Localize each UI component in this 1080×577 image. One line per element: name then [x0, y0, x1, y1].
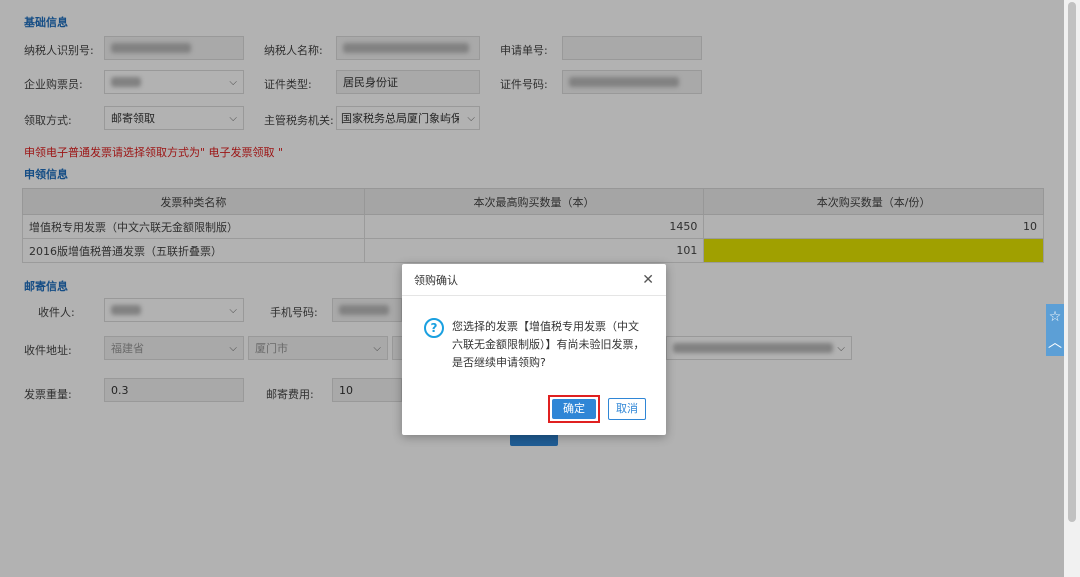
dialog-title: 领购确认 [414, 273, 458, 287]
cancel-button[interactable]: 取消 [608, 398, 646, 420]
close-icon[interactable]: ✕ [642, 272, 654, 288]
page-scrollbar[interactable] [1064, 0, 1080, 577]
dialog-header: 领购确认 ✕ [402, 264, 666, 296]
confirm-button[interactable]: 确定 [552, 399, 596, 419]
scrollbar-thumb[interactable] [1068, 2, 1076, 522]
purchase-confirm-dialog: 领购确认 ✕ ? 您选择的发票【增值税专用发票（中文六联无金额限制版）】有尚未验… [402, 264, 666, 435]
dialog-message: 您选择的发票【增值税专用发票（中文六联无金额限制版）】有尚未验旧发票，是否继续申… [452, 320, 645, 369]
confirm-button-highlight: 确定 [548, 395, 600, 423]
back-to-top-icon[interactable]: ︿ [1046, 330, 1064, 356]
favorite-star-icon[interactable]: ☆ [1046, 304, 1064, 330]
question-icon: ? [424, 318, 444, 338]
